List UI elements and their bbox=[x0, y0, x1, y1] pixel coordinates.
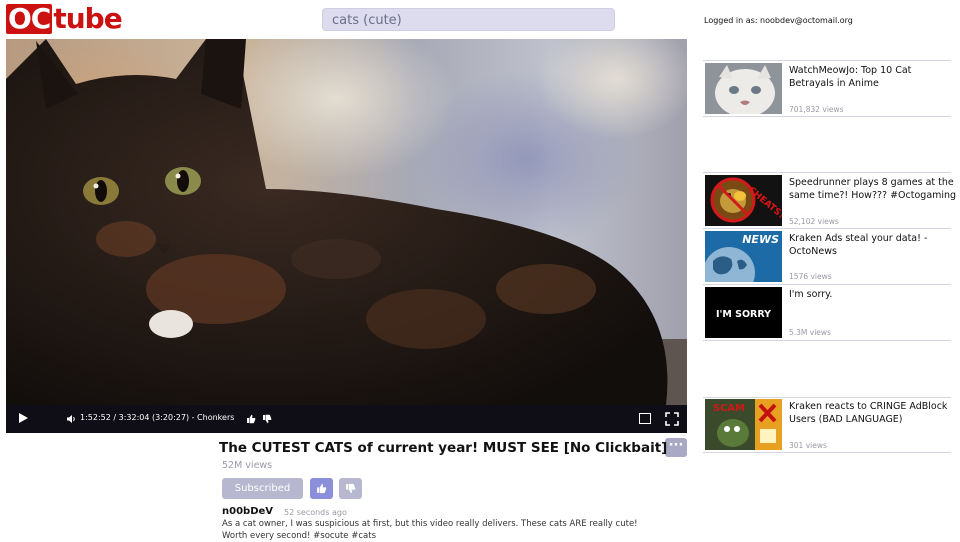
logged-in-label: Logged in as: noobdev@octomail.org bbox=[704, 16, 853, 25]
sidebar-video[interactable]: SCAM Kraken reacts to CRINGE AdBlock Use… bbox=[703, 397, 951, 453]
sidebar-video-title[interactable]: WatchMeowJo: Top 10 Cat Betrayals in Ani… bbox=[789, 65, 957, 90]
more-options-button[interactable]: ··· bbox=[665, 438, 687, 457]
theater-mode-icon[interactable] bbox=[639, 413, 651, 424]
player-controls: 1:52:52 / 3:32:04 (3:20:27) - Chonkers bbox=[6, 405, 687, 433]
volume-icon[interactable] bbox=[66, 414, 76, 424]
channel-name[interactable]: n00bDeV bbox=[222, 506, 273, 517]
posted-time: 52 seconds ago bbox=[284, 508, 347, 517]
sidebar-video[interactable]: CHEATS? Speedrunner plays 8 games at the… bbox=[703, 173, 956, 229]
sidebar-video-views: 52,102 views bbox=[789, 217, 839, 226]
divider bbox=[703, 116, 951, 117]
play-icon[interactable] bbox=[19, 413, 28, 423]
video-title: The CUTEST CATS of current year! MUST SE… bbox=[219, 440, 668, 456]
sidebar-video-title[interactable]: I'm sorry. bbox=[789, 289, 957, 302]
time-display: 1:52:52 / 3:32:04 (3:20:27) - Chonkers bbox=[80, 413, 235, 422]
fullscreen-icon[interactable] bbox=[665, 412, 679, 426]
logo-tube: tube bbox=[53, 2, 122, 35]
logo-oc: OC bbox=[6, 2, 53, 35]
subscribe-button[interactable]: Subscribed bbox=[222, 478, 303, 499]
sidebar-video-views: 301 views bbox=[789, 441, 827, 450]
news-thumbnail: NEWS bbox=[705, 231, 782, 282]
sad-cat-thumbnail bbox=[705, 63, 782, 114]
thumbs-down-icon[interactable] bbox=[262, 414, 272, 424]
video-frame[interactable] bbox=[6, 39, 687, 405]
thumb-text: SCAM bbox=[713, 403, 745, 414]
search-bar[interactable] bbox=[322, 8, 615, 31]
thumbs-down-icon bbox=[346, 483, 356, 494]
divider bbox=[703, 452, 951, 453]
divider bbox=[703, 340, 951, 341]
sidebar-video-title[interactable]: Speedrunner plays 8 games at the same ti… bbox=[789, 177, 957, 202]
thumbs-up-icon[interactable] bbox=[246, 414, 256, 424]
video-views: 52M views bbox=[222, 460, 273, 471]
search-input[interactable] bbox=[323, 10, 614, 31]
video-description: As a cat owner, I was suspicious at firs… bbox=[222, 519, 638, 541]
sidebar-video-views: 701,832 views bbox=[789, 105, 844, 114]
video-player[interactable]: 1:52:52 / 3:32:04 (3:20:27) - Chonkers bbox=[6, 39, 687, 433]
octube-logo[interactable]: OC tube bbox=[6, 2, 123, 35]
sidebar-video[interactable]: WatchMeowJo: Top 10 Cat Betrayals in Ani… bbox=[703, 61, 951, 117]
kraken-thumbnail: SCAM bbox=[705, 399, 782, 450]
thumb-text: I'M SORRY bbox=[716, 309, 771, 320]
like-button[interactable] bbox=[310, 478, 333, 499]
cheats-thumbnail: CHEATS? bbox=[705, 175, 782, 226]
sidebar-video-title[interactable]: Kraken reacts to CRINGE AdBlock Users (B… bbox=[789, 401, 957, 426]
sidebar-video-views: 5.3M views bbox=[789, 328, 831, 337]
sidebar-video-title[interactable]: Kraken Ads steal your data! - OctoNews bbox=[789, 233, 957, 258]
thumb-text: NEWS bbox=[742, 233, 779, 246]
sorry-thumbnail: I'M SORRY bbox=[705, 287, 782, 338]
sidebar-video[interactable]: NEWS Kraken Ads steal your data! - OctoN… bbox=[703, 229, 951, 285]
dislike-button[interactable] bbox=[339, 478, 362, 499]
thumbs-up-icon bbox=[317, 483, 327, 494]
sidebar-video-views: 1576 views bbox=[789, 272, 832, 281]
sidebar-video[interactable]: I'M SORRY I'm sorry. 5.3M views bbox=[703, 285, 951, 341]
